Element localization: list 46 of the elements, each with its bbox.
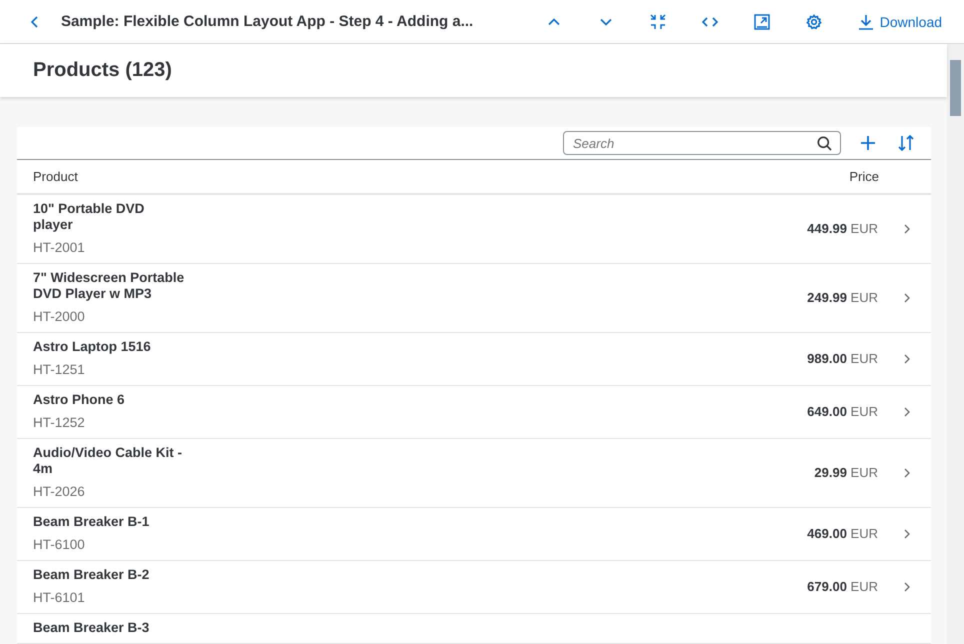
product-name: Beam Breaker B-3 (33, 620, 150, 636)
product-id: HT-2001 (33, 240, 86, 256)
chevron-icon (903, 224, 911, 234)
chevron-icon (903, 528, 911, 538)
product-id: HT-2026 (33, 484, 86, 500)
search-field[interactable]: Search (563, 131, 841, 155)
product-name: Astro Phone 6 (33, 392, 126, 408)
chevron-icon (903, 354, 911, 364)
window-title: Sample: Flexible Column Layout App - Step 4 - Adding a... (60, 13, 474, 30)
product-id: HT-6101 (33, 590, 86, 606)
product-name: Audio/Video Cable Kit - 4m (33, 445, 184, 477)
product-name: Beam Breaker B-2 (33, 567, 150, 583)
page-title: Products (123) (33, 59, 172, 82)
chevron-icon (903, 468, 911, 478)
product-row[interactable]: Astro Phone 6 HT-1252 649.00 EUR (17, 386, 931, 439)
price-text: 449.99 EUR (807, 221, 878, 236)
product-row[interactable]: Beam Breaker B-1 HT-6100 469.00 EUR (17, 508, 931, 561)
price-text: 649.00 EUR (807, 404, 878, 419)
download-icon (858, 14, 874, 30)
chevron-icon (903, 406, 911, 416)
product-id: HT-1251 (33, 362, 86, 378)
product-row[interactable]: Astro Laptop 1516 HT-1251 989.00 EUR (17, 333, 931, 386)
product-row[interactable]: Beam Breaker B-3 (17, 614, 931, 644)
column-header: Price (849, 169, 879, 184)
product-id: HT-1252 (33, 415, 86, 431)
product-name: Beam Breaker B-1 (33, 514, 150, 530)
price-text: 989.00 EUR (807, 351, 878, 366)
price-text: 29.99 EUR (814, 465, 878, 480)
price-text: 679.00 EUR (807, 579, 878, 594)
product-name: 10" Portable DVD player (33, 201, 146, 233)
search-icon (817, 136, 832, 150)
product-id: HT-6100 (33, 537, 86, 553)
scrollbar[interactable] (947, 44, 964, 644)
product-name: Astro Laptop 1516 (33, 339, 152, 355)
chevron-icon (903, 582, 911, 592)
chevron-icon (903, 292, 911, 302)
price-text: 249.99 EUR (807, 290, 878, 305)
product-row[interactable]: 7" Widescreen Portable DVD Player w MP3 HT-2000 249.99 EUR (17, 264, 931, 333)
product-id: HT-2000 (33, 309, 86, 325)
price-text: 469.00 EUR (807, 526, 878, 541)
product-name: 7" Widescreen Portable DVD Player w MP3 (33, 270, 186, 302)
product-row[interactable]: 10" Portable DVD player HT-2001 449.99 EUR (17, 195, 931, 264)
product-row[interactable]: Audio/Video Cable Kit - 4m HT-2026 29.99 EUR (17, 439, 931, 508)
download-button[interactable]: Download (854, 10, 946, 34)
product-row[interactable]: Beam Breaker B-2 HT-6101 679.00 EUR (17, 561, 931, 614)
column-header: Product (33, 169, 79, 184)
